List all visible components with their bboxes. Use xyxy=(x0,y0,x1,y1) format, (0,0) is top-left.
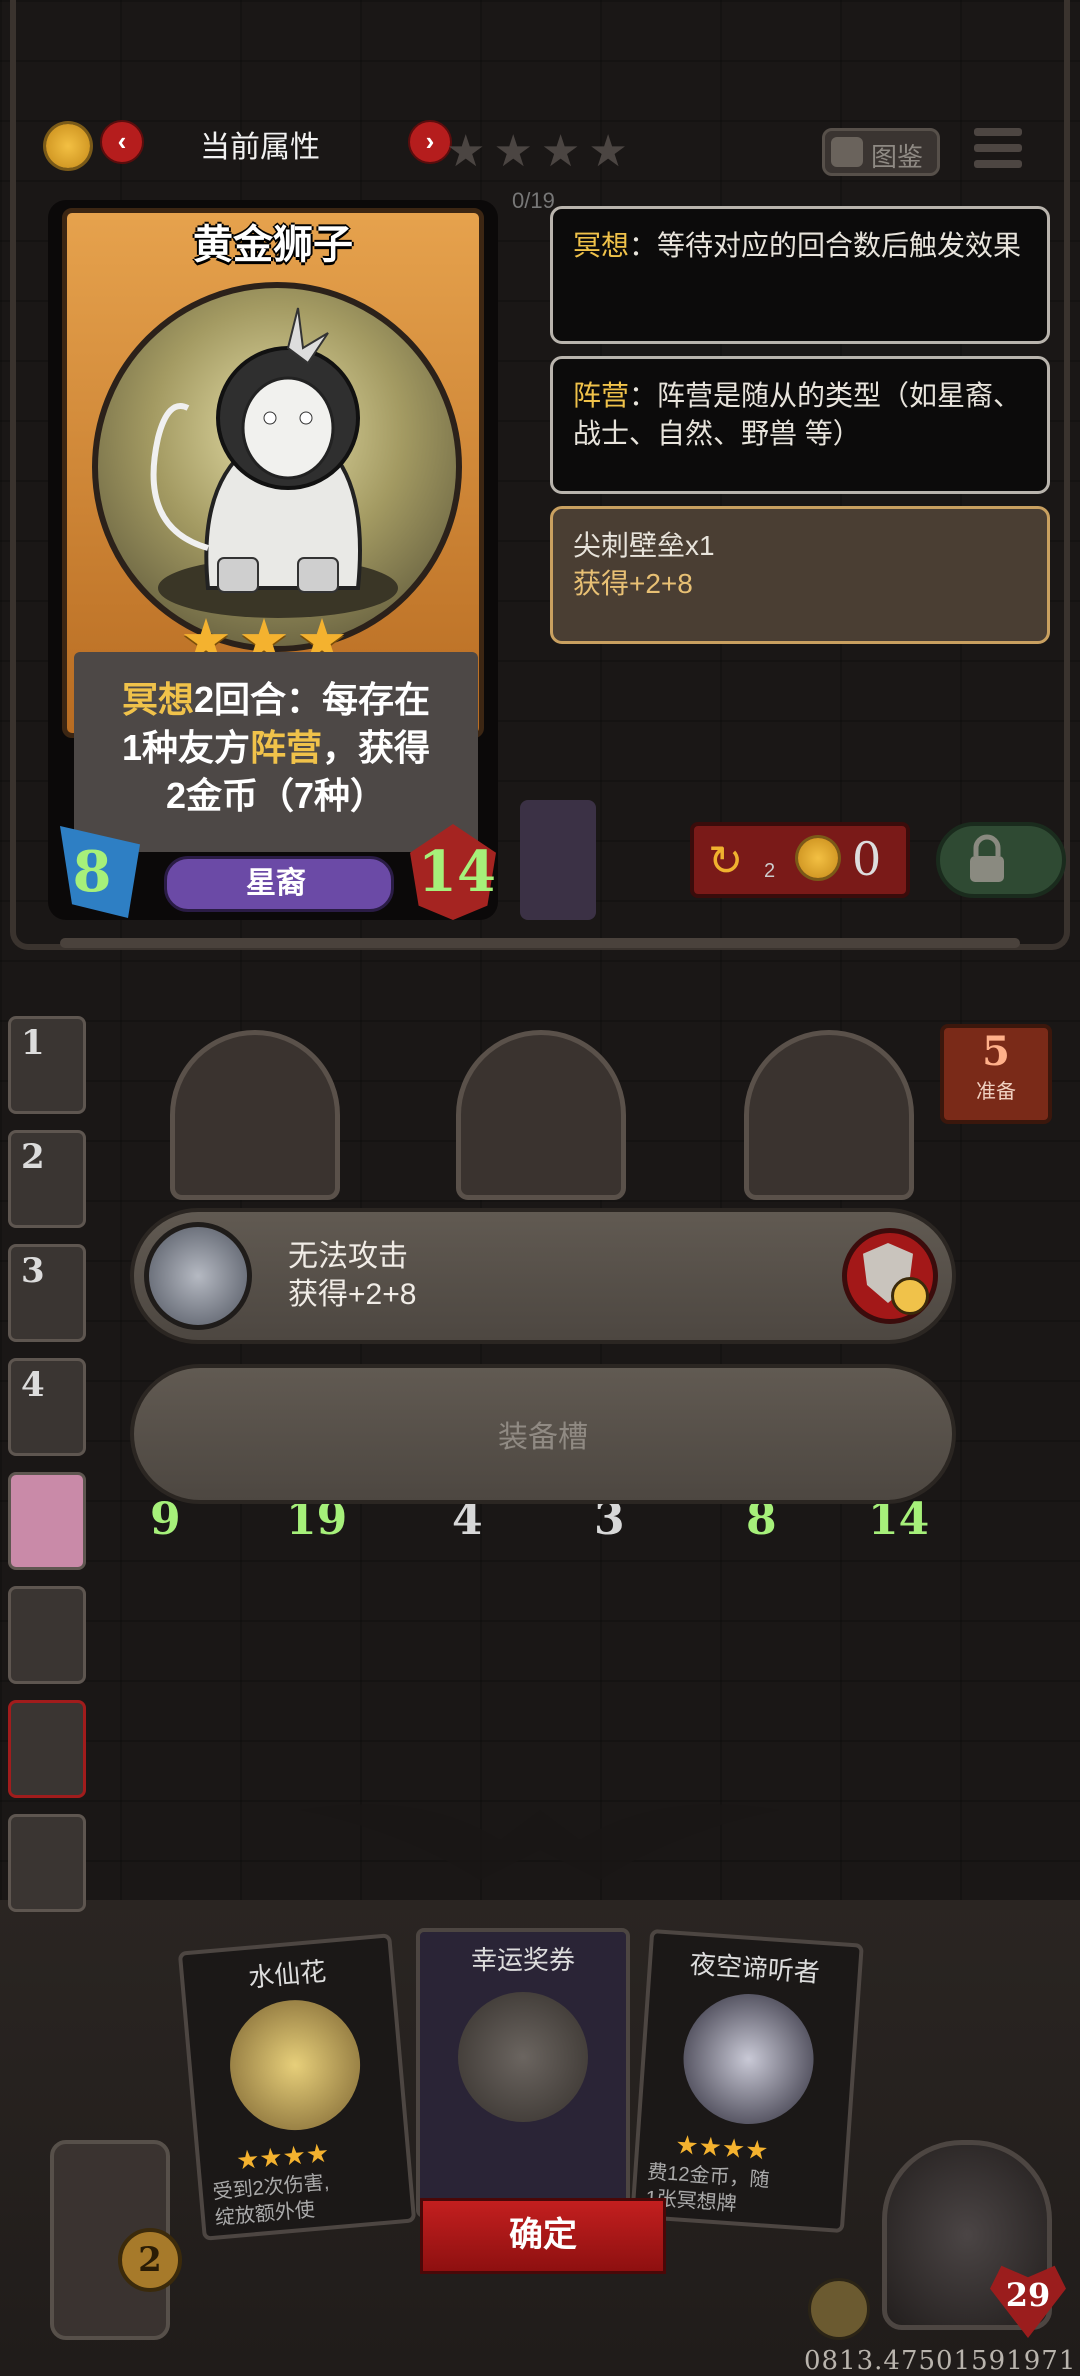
side-slot[interactable] xyxy=(8,1472,86,1570)
lock-icon xyxy=(966,834,1008,884)
version-text: 0813.47501591971 xyxy=(804,2346,1077,2376)
night-listener-portrait xyxy=(679,1989,818,2129)
star-icon: ★ xyxy=(540,127,581,176)
lion-icon xyxy=(150,307,398,618)
hand-card-text: 受到2次伤害, 绽放额外使 xyxy=(212,2170,333,2232)
player-health: 29 xyxy=(1005,2276,1051,2314)
tier-stars: ★ ★ ★ ★ xyxy=(446,130,628,174)
star-icon: ★ xyxy=(493,127,533,176)
lucky-ticket-portrait xyxy=(458,1992,588,2122)
equipment-row-text: 无法攻击 获得+2+8 xyxy=(288,1238,416,1314)
codex-label: 图鉴 xyxy=(871,142,924,172)
ready-badge[interactable]: 5 准备 xyxy=(940,1024,1052,1124)
hand-card[interactable]: 幸运奖券 xyxy=(416,1928,630,2218)
star-icon: ★ xyxy=(446,127,486,176)
minus-icon xyxy=(891,1277,929,1315)
equipment-bonus: 获得+2+8 xyxy=(573,568,693,599)
tribe-label: 星裔 xyxy=(246,867,306,900)
board-unit[interactable] xyxy=(744,1030,914,1200)
hand-card-name: 水仙花 xyxy=(246,1956,328,1993)
side-slot[interactable]: 4 xyxy=(8,1358,86,1456)
health-value: 14 xyxy=(418,839,496,905)
side-slot[interactable]: 2 xyxy=(8,1130,86,1228)
attribute-title: 当前属性 xyxy=(200,131,320,164)
unit-description: 冥想2回合：每存在 1种友方阵营，获得 2金币（7种） xyxy=(74,676,478,820)
hand-card[interactable]: 水仙花 ★★★★ 受到2次伤害, 绽放额外使 xyxy=(177,1933,417,2241)
equipment-row-bonus: 获得+2+8 xyxy=(288,1278,417,1311)
board-unit[interactable] xyxy=(170,1030,340,1200)
unit-name: 黄金狮子 xyxy=(193,223,353,267)
ready-label: 准备 xyxy=(976,1081,1016,1103)
desc-text: ，获得 xyxy=(322,727,431,768)
info-text: ：等待对应的回合数后触发效果 xyxy=(629,230,1022,261)
refresh-count: 2 xyxy=(764,860,776,882)
progress-text: 0/19 xyxy=(512,188,555,213)
slot-number: 4 xyxy=(21,1365,45,1405)
refresh-button[interactable]: ↻ 2 0 xyxy=(690,822,910,898)
attack-value: 8 xyxy=(72,839,112,905)
equipment-effect: 无法攻击 xyxy=(288,1240,408,1273)
refresh-icon: ↻ xyxy=(708,837,744,884)
sword-icon[interactable] xyxy=(808,2278,870,2340)
keyword-faction: 阵营 xyxy=(250,727,323,768)
coin-icon xyxy=(46,124,90,168)
unit-portrait xyxy=(92,282,462,652)
codex-button[interactable]: 图鉴 xyxy=(822,128,940,176)
book-icon xyxy=(831,137,863,167)
equipment-row[interactable] xyxy=(130,1208,956,1344)
slot-number: 2 xyxy=(21,1137,45,1177)
slot-number: 3 xyxy=(21,1251,45,1291)
side-slot-selected[interactable] xyxy=(8,1700,86,1798)
refresh-cost: 0 xyxy=(852,832,882,886)
equipment-name: 尖刺壁垒x1 xyxy=(573,530,715,561)
desc-text: 2回合：每存在 xyxy=(193,679,431,720)
star-icon: ★ xyxy=(588,127,628,176)
shop-divider xyxy=(60,938,1020,948)
lock-button[interactable] xyxy=(936,822,1066,898)
daffodil-portrait xyxy=(224,1994,366,2136)
info-keyword: 冥想 xyxy=(573,230,630,261)
confirm-button[interactable]: 确定 xyxy=(420,2198,666,2274)
desc-text: 2金币（7种） xyxy=(165,775,387,816)
info-panel-equipment: 尖刺壁垒x1 获得+2+8 xyxy=(550,506,1050,644)
prev-arrow-button[interactable]: ‹ xyxy=(100,120,144,164)
hand-card-stars: ★★★★ xyxy=(674,2129,770,2166)
hand-card-name: 夜空谛听者 xyxy=(688,1948,821,1988)
bat-emblem-icon xyxy=(300,1770,780,1880)
side-slot[interactable]: 3 xyxy=(8,1244,86,1342)
coin-icon xyxy=(798,838,838,878)
hand-card[interactable]: 夜空谛听者 ★★★★ 费12金币，随 1张冥想牌 xyxy=(630,1928,864,2234)
board-unit[interactable] xyxy=(456,1030,626,1200)
unequip-button[interactable] xyxy=(842,1228,938,1324)
ready-number: 5 xyxy=(982,1028,1010,1075)
info-panel-meditate: 冥想：等待对应的回合数后触发效果 xyxy=(550,206,1050,344)
side-slot[interactable] xyxy=(8,1814,86,1912)
unit-attack: 9 xyxy=(150,1494,181,1545)
slot-number: 1 xyxy=(21,1023,45,1063)
desc-text: 1种友方 xyxy=(121,727,250,768)
hand-card-name: 幸运奖券 xyxy=(470,1945,575,1975)
side-slot-list: 1 2 3 4 xyxy=(8,1016,86,1912)
side-slot[interactable]: 1 xyxy=(8,1016,86,1114)
deck-count: 2 xyxy=(118,2228,182,2292)
side-slot[interactable] xyxy=(8,1586,86,1684)
spike-wall-icon xyxy=(144,1222,252,1330)
menu-icon[interactable] xyxy=(974,128,1022,176)
info-keyword: 阵营 xyxy=(573,380,630,411)
keyword-meditate: 冥想 xyxy=(121,679,194,720)
equip-slot-label: 装备槽 xyxy=(498,1421,588,1454)
info-panel-faction: 阵营：阵营是随从的类型（如星裔、战士、自然、野兽 等） xyxy=(550,356,1050,494)
shop-unit-thumbnail[interactable] xyxy=(520,800,596,920)
info-text: ：阵营是随从的类型（如星裔、战士、自然、野兽 等） xyxy=(573,380,1022,449)
